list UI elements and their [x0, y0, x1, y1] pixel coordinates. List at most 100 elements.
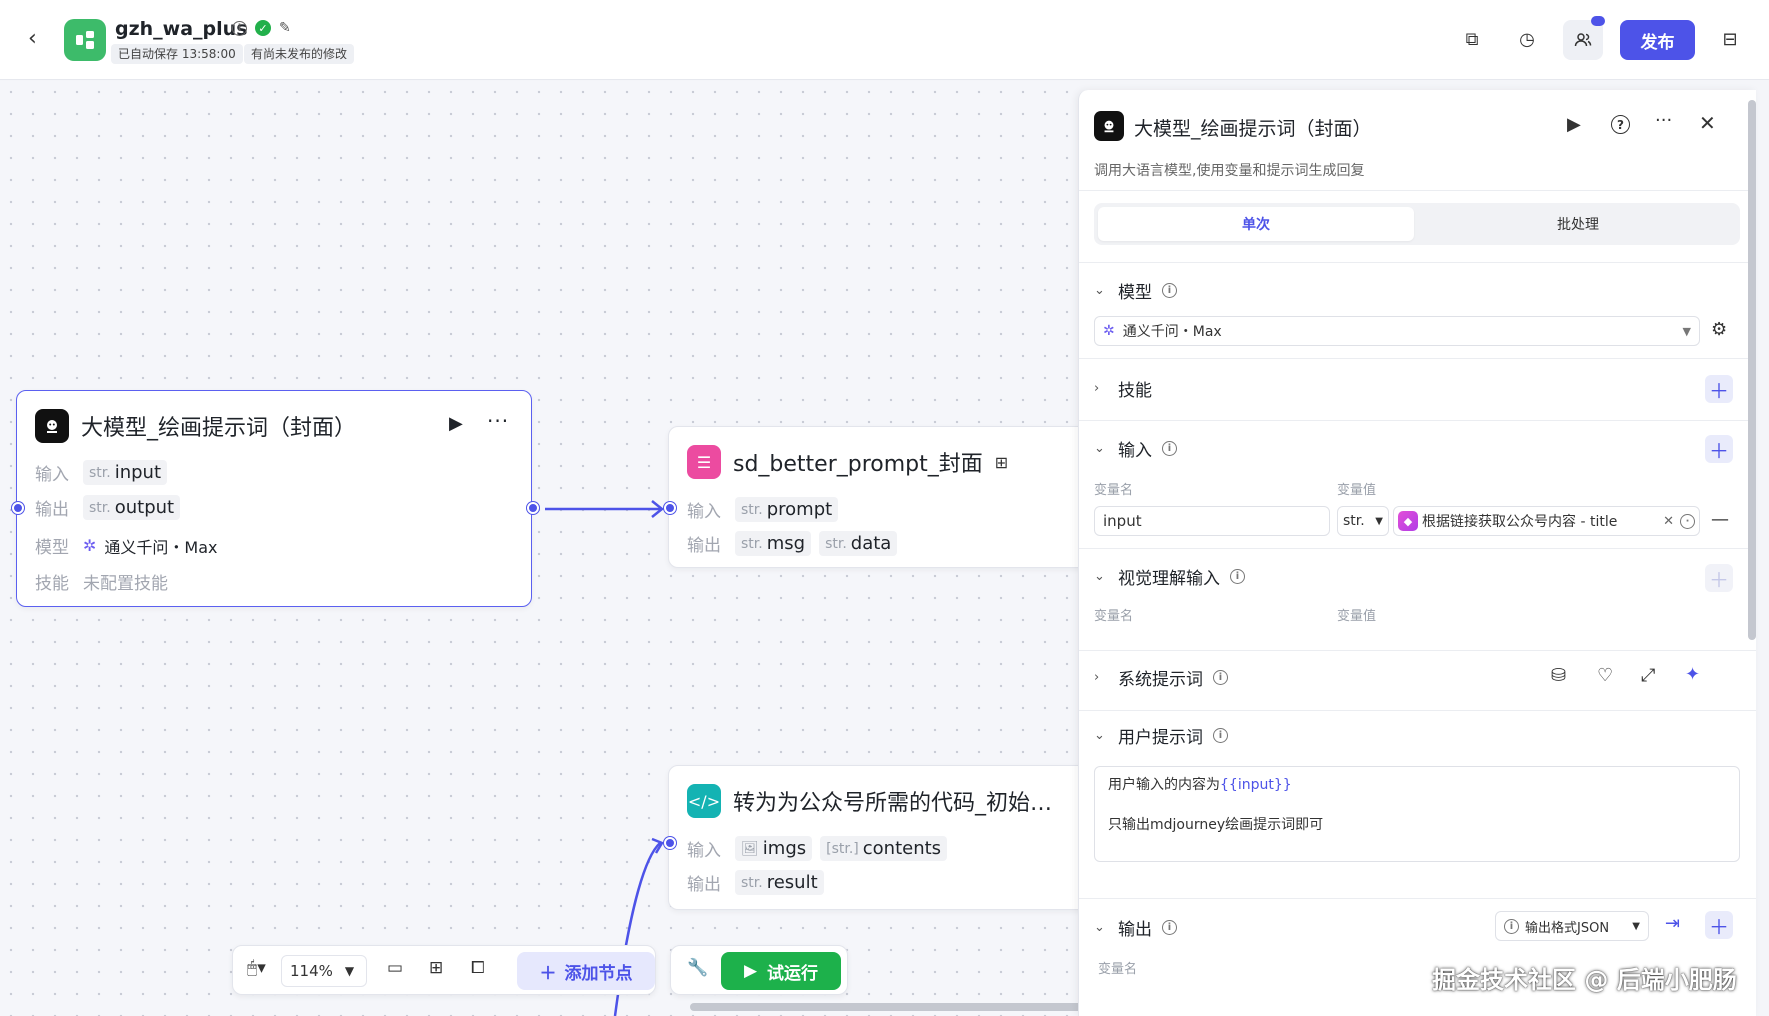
tab-batch[interactable]: 批处理	[1420, 207, 1736, 241]
output-section-header[interactable]: ⌄ 输出 i	[1094, 915, 1177, 940]
tab-single[interactable]: 单次	[1098, 207, 1414, 241]
import-json-icon[interactable]: ⇥	[1665, 913, 1680, 934]
add-node-button[interactable]: ＋ 添加节点	[517, 952, 655, 990]
prompt-library-icon[interactable]: ⛁	[1551, 665, 1566, 686]
sd-input-port[interactable]	[664, 502, 676, 514]
llm-skill-row: 技能 未配置技能	[35, 569, 168, 594]
info-icon[interactable]: i	[1213, 670, 1228, 685]
skill-label: 技能	[35, 574, 69, 594]
history-icon[interactable]: ◷	[1512, 24, 1542, 54]
back-arrow-icon[interactable]: ‹	[28, 28, 50, 50]
vision-section-header[interactable]: ⌄ 视觉理解输入 i	[1094, 564, 1245, 589]
model-label: 模型	[35, 538, 69, 558]
info-icon[interactable]: i	[232, 20, 247, 36]
model-settings-gear-icon[interactable]: ⚙	[1711, 319, 1727, 340]
var-name: result	[766, 872, 818, 893]
info-icon[interactable]: i	[1162, 920, 1177, 935]
notification-badge	[1591, 16, 1605, 26]
canvas-toolbar: 🖱▾ 114% ▼ ▭ ⊞ ⧠ ＋ 添加节点	[232, 945, 656, 995]
code-node-title: 转为为公众号所需的代码_初始…	[733, 791, 1053, 816]
prompt-line-2: 只输出mdjourney绘画提示词即可	[1108, 817, 1324, 833]
var-name: input	[114, 462, 162, 483]
run-node-icon[interactable]: ▶	[449, 413, 463, 434]
lightbulb-icon[interactable]: ♡	[1597, 665, 1613, 686]
skills-section-header[interactable]: › 技能	[1094, 376, 1152, 401]
ai-sparkle-icon[interactable]: ✦	[1685, 664, 1700, 685]
info-icon[interactable]: i	[1230, 569, 1245, 584]
input-var-reference[interactable]: ◆ 根据链接获取公众号内容 - title ✕ ·	[1393, 506, 1700, 536]
llm-node[interactable]: 大模型_绘画提示词（封面） ▶ ··· 输入 str. input 输出 str.…	[16, 390, 532, 607]
zoom-value: 114%	[290, 962, 333, 980]
output-var-pill: str. output	[83, 495, 181, 520]
llm-output-port[interactable]	[527, 502, 539, 514]
add-output-button[interactable]: ＋	[1705, 911, 1733, 939]
panel-description: 调用大语言模型,使用变量和提示词生成回复	[1094, 163, 1365, 179]
chevron-down-icon: ⌄	[1094, 441, 1105, 456]
remove-input-icon[interactable]: —	[1711, 509, 1729, 530]
reference-target-icon[interactable]: ·	[1680, 513, 1695, 529]
input-var-name-field[interactable]: input	[1094, 506, 1330, 536]
plugin-link-icon[interactable]: ⊞	[995, 453, 1008, 472]
user-prompt-section-header[interactable]: ⌄ 用户提示词 i	[1094, 723, 1228, 748]
test-run-button[interactable]: ▶ 试运行	[721, 952, 841, 990]
user-prompt-editor[interactable]: 用户输入的内容为{{input}} 只输出mdjourney绘画提示词即可	[1094, 766, 1740, 862]
info-icon[interactable]: i	[1213, 728, 1228, 743]
close-icon[interactable]: ✕	[1699, 111, 1716, 135]
wrench-icon[interactable]: 🔧	[687, 958, 708, 978]
qwen-model-icon: ✲	[1103, 323, 1115, 339]
info-icon[interactable]: i	[1162, 441, 1177, 456]
workflow-canvas[interactable]: 大模型_绘画提示词（封面） ▶ ··· 输入 str. input 输出 str.…	[0, 81, 1080, 1016]
llm-node-title: 大模型_绘画提示词（封面）	[81, 416, 357, 441]
collaborators-icon[interactable]	[1563, 16, 1605, 60]
more-options-icon[interactable]: ···	[487, 409, 509, 433]
publish-button[interactable]: 发布	[1620, 20, 1695, 60]
app-logo-icon	[64, 19, 106, 61]
code-input-port[interactable]	[664, 837, 676, 849]
run-node-icon[interactable]: ▶	[1567, 114, 1581, 135]
add-input-button[interactable]: ＋	[1705, 435, 1733, 463]
expand-icon[interactable]: ⤢	[1641, 665, 1655, 686]
model-select[interactable]: ✲ 通义千问・Max ▼	[1094, 316, 1700, 346]
output-label: 输出	[687, 875, 721, 895]
llm-model-row: 模型 ✲ 通义千问・Max	[35, 533, 218, 558]
panel-toggle-icon[interactable]: ⊟	[1715, 24, 1745, 54]
skills-section-label: 技能	[1118, 381, 1152, 401]
reference-chip: ◆ 根据链接获取公众号内容 - title	[1398, 511, 1617, 531]
layout-icon[interactable]: ⊞	[429, 958, 443, 978]
sd-prompt-node[interactable]: ☰ sd_better_prompt_封面 ⊞ 输入 str. prompt 输出…	[668, 426, 1080, 568]
edit-icon[interactable]: ✎	[279, 20, 295, 36]
input-var-type-select[interactable]: str. ▼	[1337, 506, 1389, 536]
output-format-select[interactable]: i 输出格式JSON ▼	[1495, 911, 1649, 941]
input-var-pill: str. input	[83, 460, 168, 485]
llm-input-port[interactable]	[12, 502, 24, 514]
top-bar: ‹ gzh_wa_plus i ✓ ✎ 已自动保存 13:58:00 有尚未发布…	[0, 0, 1769, 80]
vision-var-name-column: 变量名	[1094, 609, 1134, 624]
output-var-pill: str. data	[819, 531, 898, 556]
panel-scrollbar[interactable]	[1748, 100, 1756, 640]
code-node[interactable]: </> 转为为公众号所需的代码_初始… 输入 🖼 imgs [str.] conte…	[668, 765, 1080, 910]
mouse-mode-icon[interactable]: 🖱▾	[247, 958, 266, 978]
clear-icon[interactable]: ✕	[1663, 514, 1674, 529]
help-icon[interactable]: ?	[1611, 115, 1630, 134]
minimap-icon[interactable]: ⧠	[471, 958, 485, 978]
input-label: 输入	[35, 465, 69, 485]
add-vision-input-button[interactable]: ＋	[1705, 564, 1733, 592]
add-skill-button[interactable]: ＋	[1705, 375, 1733, 403]
comment-icon[interactable]: ▭	[387, 958, 403, 978]
more-options-icon[interactable]: ···	[1655, 110, 1672, 131]
model-section-header[interactable]: ⌄ 模型 i	[1094, 278, 1177, 303]
input-section-header[interactable]: ⌄ 输入 i	[1094, 436, 1177, 461]
copy-icon[interactable]: ⧉	[1457, 24, 1487, 54]
input-label: 输入	[687, 502, 721, 522]
var-name-column: 变量名	[1094, 483, 1134, 498]
zoom-select[interactable]: 114% ▼	[281, 955, 367, 987]
input-var-pill: 🖼 imgs	[735, 836, 813, 861]
output-var-pill: str. result	[735, 870, 824, 895]
system-prompt-section-header[interactable]: › 系统提示词 i	[1094, 665, 1228, 690]
var-name: prompt	[766, 499, 833, 520]
info-icon[interactable]: i	[1162, 283, 1177, 298]
type-label: str.	[741, 501, 763, 518]
qwen-model-icon: ✲	[83, 536, 97, 555]
output-format-value: 输出格式JSON	[1525, 920, 1610, 936]
type-label: str.	[741, 874, 763, 891]
